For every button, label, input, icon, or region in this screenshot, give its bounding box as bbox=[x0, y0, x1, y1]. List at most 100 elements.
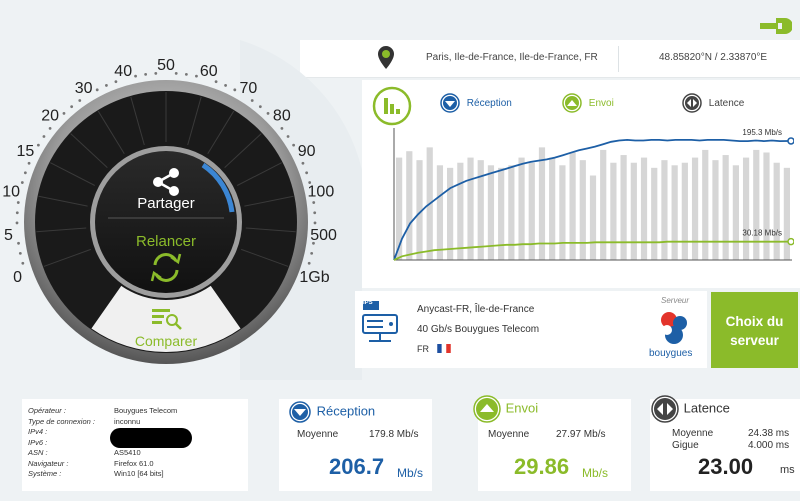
gauge-scale-label: 0 bbox=[13, 269, 22, 286]
download-icon bbox=[289, 401, 311, 423]
chart-bar bbox=[753, 149, 760, 260]
chart-bar bbox=[508, 165, 515, 260]
latency-icon bbox=[651, 395, 679, 423]
upload-avg-label: Moyenne bbox=[488, 429, 530, 440]
latency-avg: 24.38 ms bbox=[748, 428, 790, 439]
latency-card-header: Latence bbox=[650, 395, 730, 423]
gauge-tick bbox=[233, 88, 237, 92]
upload-value: 29.86 bbox=[514, 454, 570, 479]
info-row: Système : Win10 [64 bits] bbox=[28, 469, 164, 478]
latency-jitter: 4.000 ms bbox=[748, 440, 790, 451]
gauge-tick bbox=[105, 84, 108, 87]
chart-bar bbox=[600, 149, 607, 260]
compare-button[interactable]: Comparer bbox=[135, 333, 198, 349]
gauge-tick bbox=[313, 211, 317, 215]
info-row: ASN : AS5410 bbox=[28, 448, 141, 457]
server-label: Serveur bbox=[661, 296, 690, 305]
legend-download[interactable]: Réception bbox=[440, 93, 512, 113]
chart-bar bbox=[681, 162, 688, 260]
gauge-tick bbox=[114, 80, 118, 84]
gauge-tick bbox=[310, 251, 314, 255]
legend-latency[interactable]: Latence bbox=[682, 93, 744, 113]
bouygues-brand: bouygues bbox=[649, 348, 693, 359]
gauge-scale-label: 1Gb bbox=[299, 269, 329, 286]
info-value: inconnu bbox=[114, 416, 141, 426]
download-avg-label: Moyenne bbox=[297, 429, 339, 440]
bouygues-logo-icon bbox=[661, 312, 687, 344]
chart-bar bbox=[671, 165, 678, 260]
download-value: 206.7 bbox=[329, 454, 385, 479]
chart-bar bbox=[722, 155, 729, 260]
upload-title: Envoi bbox=[505, 400, 539, 416]
gauge-tick bbox=[17, 241, 20, 245]
gauge-tick bbox=[301, 161, 305, 165]
gauge-scale-label: 50 bbox=[157, 57, 175, 74]
info-row: Opérateur : Bouygues Telecom bbox=[28, 406, 177, 415]
wrench-icon[interactable] bbox=[758, 14, 792, 38]
server-panel: IPS Anycast-FR, Île-de-France 40 Gb/s Bo… bbox=[355, 291, 707, 368]
server-country: FR bbox=[417, 344, 429, 354]
latency-avg-label: Moyenne bbox=[672, 428, 714, 439]
gauge-tick bbox=[21, 261, 25, 265]
gauge-tick bbox=[134, 74, 137, 78]
gauge-tick bbox=[286, 135, 290, 138]
latency-card: Latence Moyenne 24.38 ms Gigue 4.000 ms … bbox=[650, 395, 800, 491]
latency-unit: ms bbox=[780, 464, 795, 476]
server-name: Anycast-FR, Île-de-France bbox=[417, 304, 535, 315]
gauge-scale-label: 90 bbox=[298, 143, 316, 160]
gauge-scale-label: 500 bbox=[310, 227, 337, 244]
gauge-tick bbox=[15, 211, 19, 215]
download-avg: 179.8 Mb/s bbox=[369, 429, 419, 440]
redacted-ip bbox=[110, 428, 192, 448]
share-button[interactable]: Partager bbox=[137, 195, 195, 212]
gauge-scale-label: 70 bbox=[239, 80, 257, 97]
info-key: ASN : bbox=[28, 448, 48, 457]
location-city: Paris, Ile-de-France, Ile-de-France, FR bbox=[426, 52, 598, 63]
info-value: Bouygues Telecom bbox=[114, 406, 178, 415]
info-key: Opérateur : bbox=[28, 406, 66, 415]
chart-bar bbox=[406, 151, 413, 260]
gauge-scale-label: 100 bbox=[308, 184, 335, 201]
gauge-tick bbox=[70, 105, 74, 109]
gauge-tick bbox=[195, 74, 198, 78]
chart-icon[interactable] bbox=[372, 86, 412, 126]
gauge-tick bbox=[313, 221, 317, 225]
map-pin-icon bbox=[378, 46, 394, 69]
latency-jitter-label: Gigue bbox=[672, 440, 699, 451]
gauge-scale-label: 5 bbox=[4, 227, 13, 244]
chart-bar bbox=[467, 157, 474, 260]
choose-server-button[interactable]: Choix du serveur bbox=[711, 292, 798, 368]
chart-end-label: 30.18 Mb/s bbox=[742, 229, 782, 238]
info-key: Type de connexion : bbox=[28, 416, 95, 426]
gauge-tick bbox=[184, 72, 188, 76]
info-key: Système : bbox=[28, 469, 62, 478]
latency-title: Latence bbox=[683, 400, 730, 416]
restart-button[interactable]: Relancer bbox=[136, 233, 196, 250]
speed-chart: 195.3 Mb/s 30.18 Mb/s bbox=[393, 128, 794, 261]
upload-card: Envoi Moyenne 27.97 Mb/s 29.86 Mb/s bbox=[473, 395, 631, 491]
chart-bar bbox=[732, 165, 739, 260]
chart-bar bbox=[589, 175, 597, 260]
upload-card-header: Envoi bbox=[472, 395, 539, 423]
info-key: IPv4 : bbox=[28, 427, 48, 436]
gauge-tick bbox=[144, 72, 148, 76]
chart-bar bbox=[549, 157, 556, 260]
upload-unit: Mb/s bbox=[582, 466, 609, 480]
divider bbox=[618, 46, 619, 72]
download-title: Réception bbox=[316, 403, 376, 419]
gauge-tick bbox=[312, 201, 316, 204]
legend-download-label: Réception bbox=[466, 97, 512, 109]
connection-info: Opérateur : Bouygues Telecom Type de conne… bbox=[22, 399, 248, 491]
speed-gauge: Partager Relancer Comparer 0 5 10 15 20 30 40 5… bbox=[2, 40, 362, 380]
legend-upload-label: Envoi bbox=[588, 97, 614, 109]
gauge-scale-label: 15 bbox=[17, 143, 35, 160]
gauge-tick bbox=[250, 99, 254, 102]
gauge-tick bbox=[62, 112, 66, 115]
gauge-tick bbox=[307, 261, 311, 265]
download-unit: Mb/s bbox=[397, 466, 424, 480]
chart-bar bbox=[630, 162, 637, 260]
info-row: IPv6 : bbox=[28, 438, 114, 447]
gauge-tick bbox=[23, 171, 27, 175]
chart-bar bbox=[528, 162, 535, 260]
legend-upload[interactable]: Envoi bbox=[562, 93, 614, 113]
